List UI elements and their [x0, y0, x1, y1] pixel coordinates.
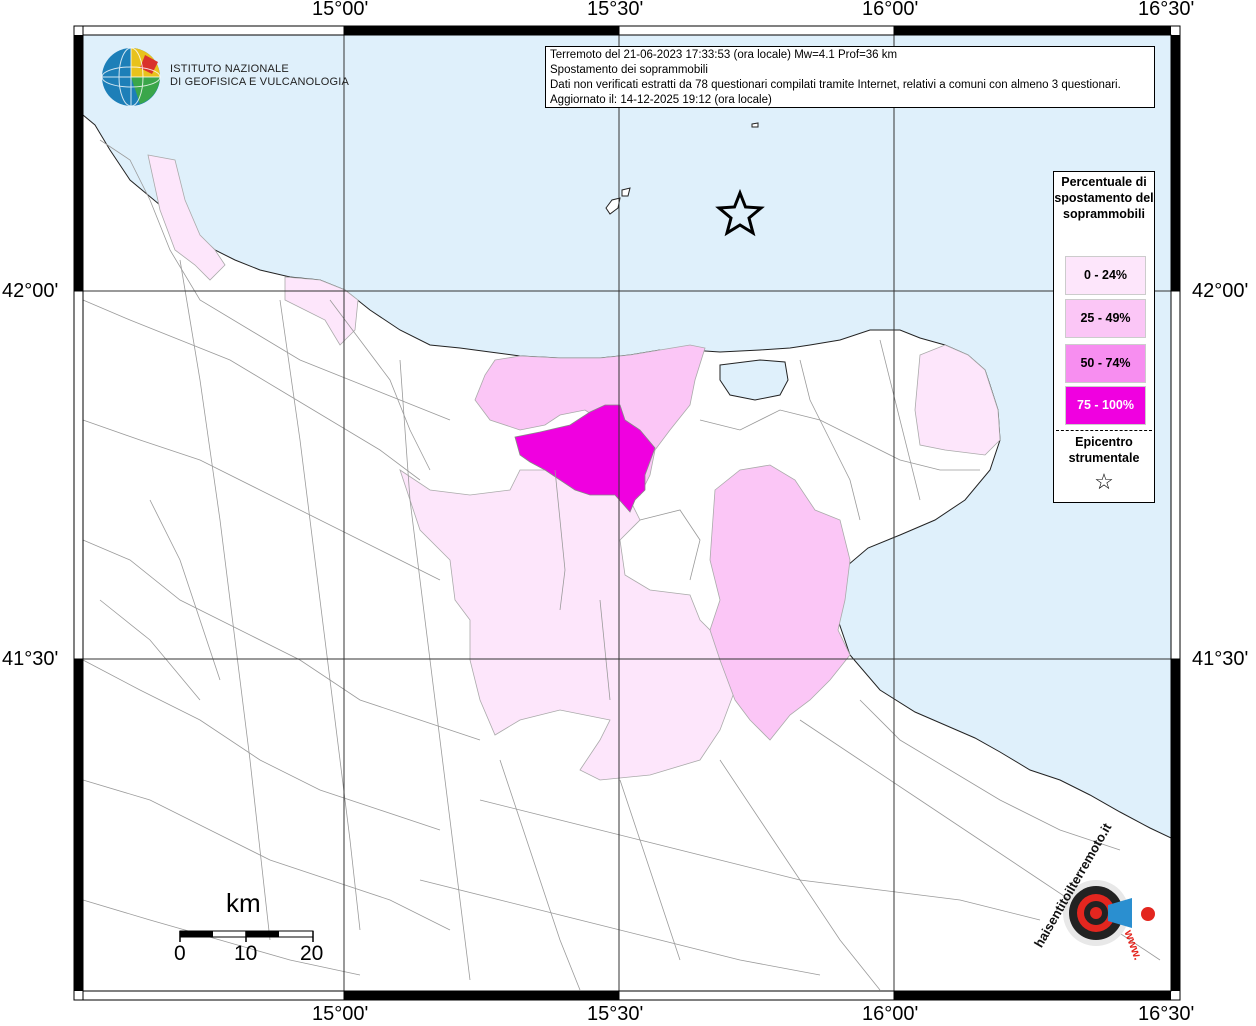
coord-top-3: 16°00' — [862, 0, 919, 20]
legend-class-2: 25 - 49% — [1065, 299, 1146, 338]
legend: Percentuale di spostamento del soprammob… — [1053, 171, 1155, 503]
legend-class-1: 0 - 24% — [1065, 256, 1146, 295]
legend-star-icon: ☆ — [1094, 469, 1114, 494]
scale-label-10: 10 — [234, 942, 258, 965]
coord-left-1: 42°00' — [2, 280, 59, 302]
event-info-box: Terremoto del 21-06-2023 17:33:53 (ora l… — [545, 46, 1155, 108]
coord-right-2: 41°30' — [1192, 648, 1249, 670]
coord-top-1: 15°00' — [312, 0, 369, 20]
logo-line-2: DI GEOFISICA E VULCANOLOGIA — [170, 76, 349, 88]
updated-on: Aggiornato il: 14-12-2025 19:12 (ora loc… — [550, 94, 772, 106]
coord-bottom-3: 16°00' — [862, 1003, 919, 1025]
coord-left-2: 41°30' — [2, 648, 59, 670]
ingv-logo-icon — [101, 47, 161, 107]
scale-unit: km — [226, 888, 261, 918]
legend-class-4: 75 - 100% — [1065, 386, 1146, 425]
event-title: Terremoto del 21-06-2023 17:33:53 (ora l… — [550, 49, 898, 61]
coord-top-4: 16°30' — [1138, 0, 1195, 20]
scale-label-20: 20 — [300, 942, 324, 965]
coord-bottom-1: 15°00' — [312, 1003, 369, 1025]
coord-bottom-2: 15°30' — [587, 1003, 644, 1025]
legend-epicenter-label: Epicentro strumentale — [1068, 435, 1140, 465]
ingv-logo-text: ISTITUTO NAZIONALE DI GEOFISICA E VULCAN… — [170, 63, 349, 89]
coord-right-1: 42°00' — [1192, 280, 1249, 302]
legend-class-3: 50 - 74% — [1065, 344, 1146, 383]
intensity-map — [73, 25, 1181, 1001]
logo-line-1: ISTITUTO NAZIONALE — [170, 63, 289, 75]
legend-title: Percentuale di spostamento del soprammob… — [1054, 175, 1154, 221]
coord-top-2: 15°30' — [587, 0, 644, 20]
data-note: Dati non verificati estratti da 78 quest… — [550, 79, 1121, 91]
coord-bottom-4: 16°30' — [1138, 1003, 1195, 1025]
legend-separator — [1056, 430, 1152, 431]
map-subject: Spostamento dei soprammobili — [550, 64, 708, 76]
scale-label-0: 0 — [174, 942, 186, 965]
lagoon-varano — [719, 359, 789, 401]
